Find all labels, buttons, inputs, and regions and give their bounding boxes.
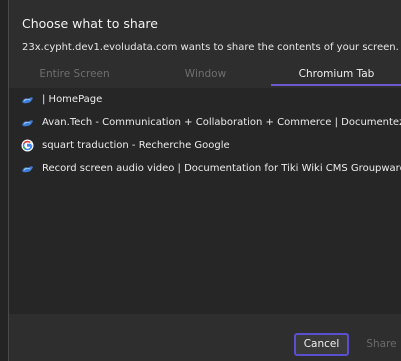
cancel-button[interactable]: Cancel	[294, 333, 349, 356]
list-item[interactable]: | HomePage	[9, 88, 401, 111]
share-button[interactable]: Share	[359, 333, 401, 356]
source-tabs: Entire Screen Window Chromium Tab	[9, 64, 401, 88]
tab-list: | HomePage Avan.Tech - Communication + C…	[9, 88, 401, 314]
list-item[interactable]: squart traduction - Recherche Google	[9, 134, 401, 157]
list-item[interactable]: Record screen audio video | Documentatio…	[9, 157, 401, 180]
list-item-label: squart traduction - Recherche Google	[42, 140, 230, 151]
tab-entire-screen[interactable]: Entire Screen	[9, 64, 140, 88]
google-favicon-icon	[21, 139, 34, 152]
list-item-label: Record screen audio video | Documentatio…	[42, 163, 401, 174]
tiki-favicon-icon	[21, 93, 34, 106]
share-dialog: Choose what to share 23x.cypht.dev1.evol…	[8, 0, 401, 361]
dialog-footer: Cancel Share	[9, 314, 401, 361]
list-item-label: Avan.Tech - Communication + Collaboratio…	[42, 117, 401, 128]
tab-chromium-tab[interactable]: Chromium Tab	[271, 64, 401, 88]
list-item-label: | HomePage	[42, 94, 103, 105]
dialog-title: Choose what to share	[22, 16, 158, 31]
list-item[interactable]: Avan.Tech - Communication + Collaboratio…	[9, 111, 401, 134]
tiki-favicon-icon	[21, 162, 34, 175]
tab-window[interactable]: Window	[140, 64, 271, 88]
tiki-favicon-icon	[21, 116, 34, 129]
dialog-subtitle: 23x.cypht.dev1.evoludata.com wants to sh…	[22, 42, 399, 53]
